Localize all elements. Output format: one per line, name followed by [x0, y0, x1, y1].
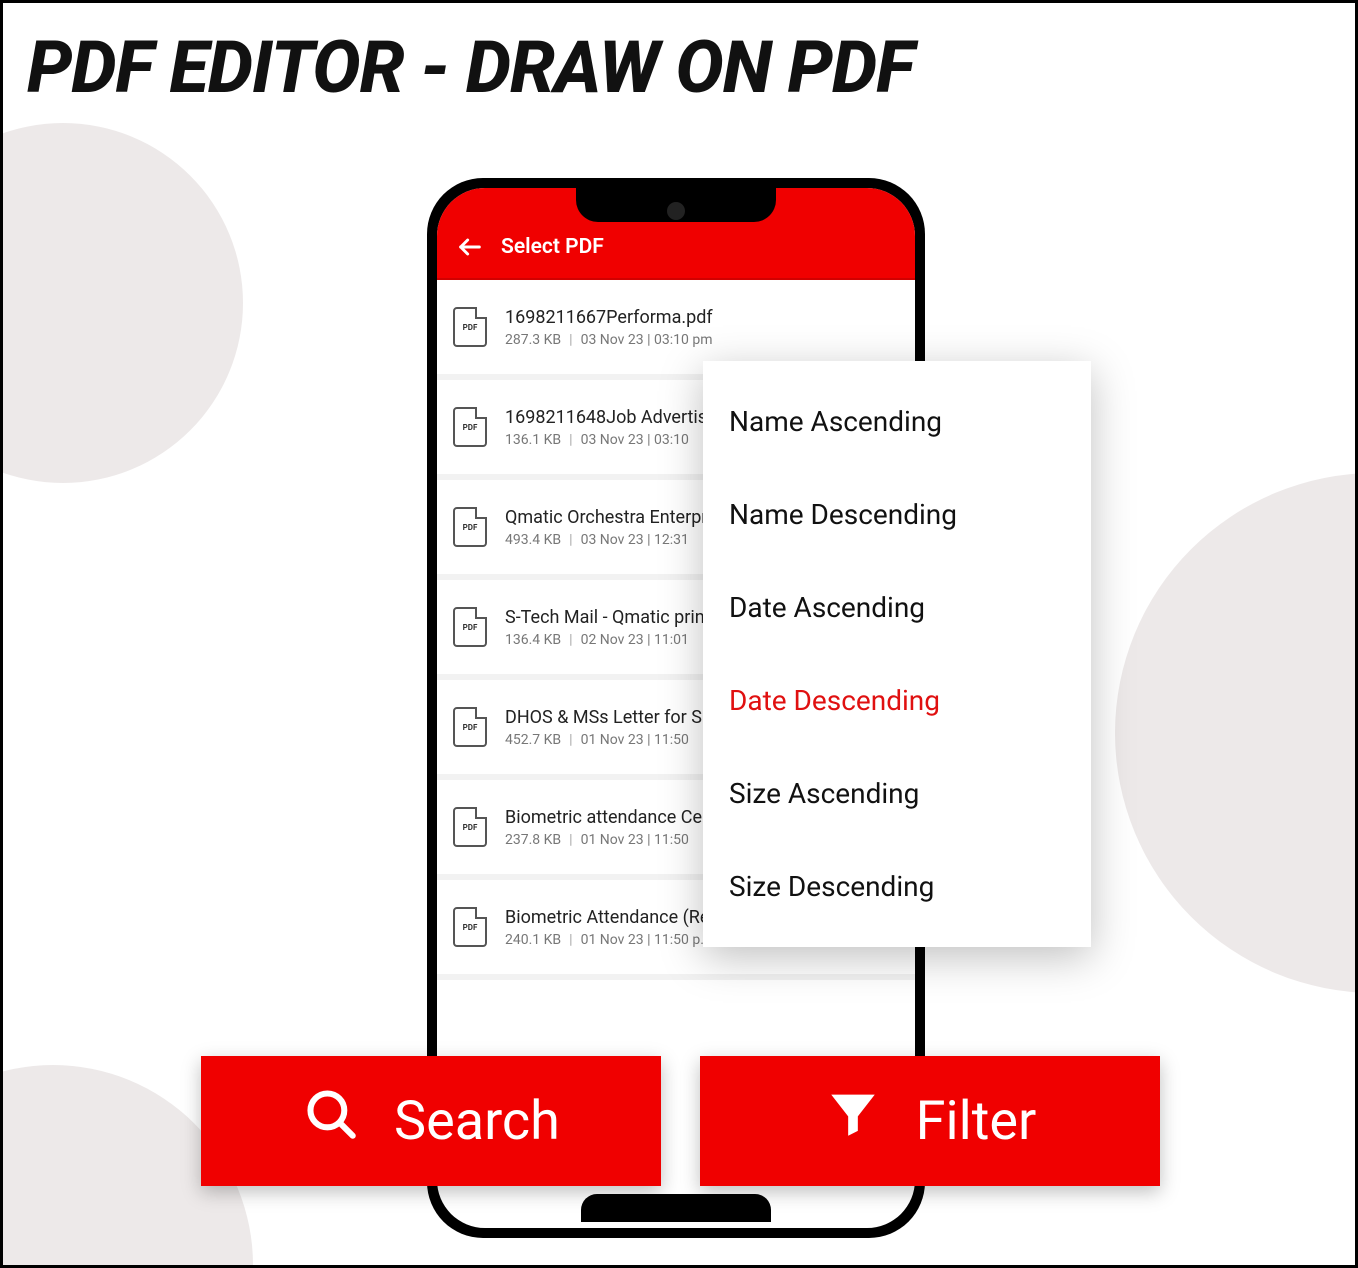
pdf-badge: PDF	[463, 823, 478, 832]
file-meta: 287.3 KB|03 Nov 23 | 03:10 pm	[505, 332, 899, 348]
file-info: 1698211667Performa.pdf 287.3 KB|03 Nov 23…	[505, 307, 899, 348]
page-title: PDF EDITOR - DRAW ON PDF	[27, 25, 913, 110]
pdf-file-icon: PDF	[453, 307, 487, 347]
sort-option[interactable]: Name Descending	[703, 468, 1091, 561]
sort-option[interactable]: Size Descending	[703, 840, 1091, 933]
sort-option[interactable]: Name Ascending	[703, 375, 1091, 468]
pdf-badge: PDF	[463, 723, 478, 732]
file-name: 1698211667Performa.pdf	[505, 307, 899, 328]
pdf-badge: PDF	[463, 323, 478, 332]
pdf-file-icon: PDF	[453, 507, 487, 547]
pdf-badge: PDF	[463, 423, 478, 432]
filter-icon	[824, 1085, 882, 1157]
home-indicator	[581, 1194, 771, 1222]
pdf-file-icon: PDF	[453, 907, 487, 947]
search-label: Search	[394, 1090, 560, 1153]
search-icon	[302, 1085, 360, 1157]
sort-option[interactable]: Date Ascending	[703, 561, 1091, 654]
sort-option[interactable]: Size Ascending	[703, 747, 1091, 840]
camera-dot	[667, 202, 685, 220]
sort-option[interactable]: Date Descending	[703, 654, 1091, 747]
filter-button[interactable]: Filter	[700, 1056, 1160, 1186]
app-bar-title: Select PDF	[501, 235, 604, 259]
decorative-circle	[0, 123, 243, 483]
pdf-file-icon: PDF	[453, 407, 487, 447]
sort-menu: Name AscendingName DescendingDate Ascend…	[703, 361, 1091, 947]
pdf-file-icon: PDF	[453, 707, 487, 747]
back-arrow-icon[interactable]	[455, 232, 485, 262]
filter-label: Filter	[916, 1090, 1037, 1153]
pdf-badge: PDF	[463, 923, 478, 932]
pdf-badge: PDF	[463, 623, 478, 632]
search-button[interactable]: Search	[201, 1056, 661, 1186]
pdf-file-icon: PDF	[453, 607, 487, 647]
decorative-circle	[1115, 473, 1358, 993]
pdf-badge: PDF	[463, 523, 478, 532]
pdf-file-icon: PDF	[453, 807, 487, 847]
